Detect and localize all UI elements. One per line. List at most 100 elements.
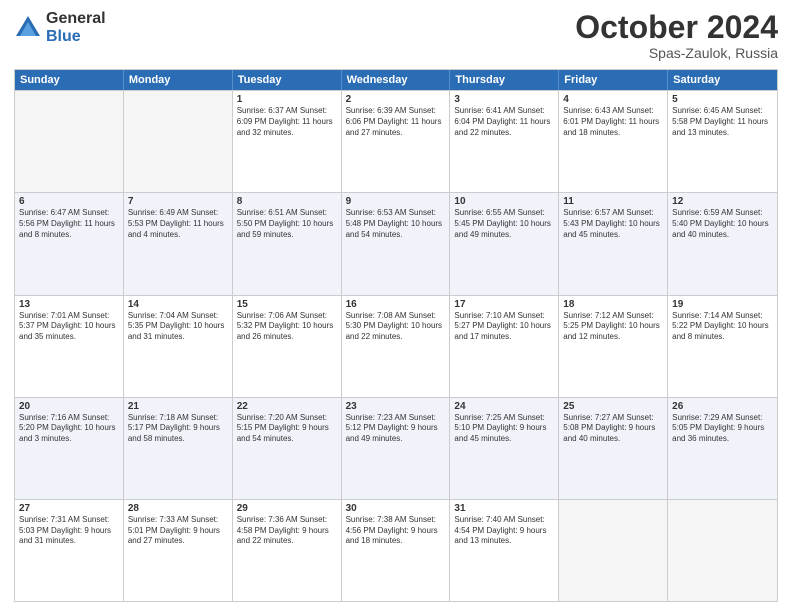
- cell-text: Sunrise: 7:04 AM Sunset: 5:35 PM Dayligh…: [128, 311, 228, 343]
- cell-text: Sunrise: 7:20 AM Sunset: 5:15 PM Dayligh…: [237, 413, 337, 445]
- cal-header-cell: Monday: [124, 70, 233, 90]
- day-number: 6: [19, 196, 119, 207]
- day-number: 3: [454, 94, 554, 105]
- logo: General Blue: [14, 10, 106, 45]
- day-number: 13: [19, 299, 119, 310]
- cell-text: Sunrise: 7:12 AM Sunset: 5:25 PM Dayligh…: [563, 311, 663, 343]
- cell-text: Sunrise: 6:37 AM Sunset: 6:09 PM Dayligh…: [237, 106, 337, 138]
- cell-text: Sunrise: 7:29 AM Sunset: 5:05 PM Dayligh…: [672, 413, 773, 445]
- calendar-cell: 1Sunrise: 6:37 AM Sunset: 6:09 PM Daylig…: [233, 91, 342, 192]
- cell-text: Sunrise: 7:14 AM Sunset: 5:22 PM Dayligh…: [672, 311, 773, 343]
- cal-header-cell: Sunday: [15, 70, 124, 90]
- calendar-cell: 22Sunrise: 7:20 AM Sunset: 5:15 PM Dayli…: [233, 398, 342, 499]
- day-number: 27: [19, 503, 119, 514]
- calendar-cell: 9Sunrise: 6:53 AM Sunset: 5:48 PM Daylig…: [342, 193, 451, 294]
- calendar-cell: [668, 500, 777, 601]
- calendar-cell: 25Sunrise: 7:27 AM Sunset: 5:08 PM Dayli…: [559, 398, 668, 499]
- header: General Blue October 2024 Spas-Zaulok, R…: [14, 10, 778, 61]
- day-number: 21: [128, 401, 228, 412]
- calendar-row: 6Sunrise: 6:47 AM Sunset: 5:56 PM Daylig…: [15, 192, 777, 294]
- day-number: 24: [454, 401, 554, 412]
- calendar-cell: 31Sunrise: 7:40 AM Sunset: 4:54 PM Dayli…: [450, 500, 559, 601]
- calendar-cell: 6Sunrise: 6:47 AM Sunset: 5:56 PM Daylig…: [15, 193, 124, 294]
- cell-text: Sunrise: 7:40 AM Sunset: 4:54 PM Dayligh…: [454, 515, 554, 547]
- calendar-cell: 24Sunrise: 7:25 AM Sunset: 5:10 PM Dayli…: [450, 398, 559, 499]
- calendar-cell: 5Sunrise: 6:45 AM Sunset: 5:58 PM Daylig…: [668, 91, 777, 192]
- calendar-cell: 20Sunrise: 7:16 AM Sunset: 5:20 PM Dayli…: [15, 398, 124, 499]
- day-number: 7: [128, 196, 228, 207]
- calendar-cell: 3Sunrise: 6:41 AM Sunset: 6:04 PM Daylig…: [450, 91, 559, 192]
- day-number: 15: [237, 299, 337, 310]
- day-number: 16: [346, 299, 446, 310]
- day-number: 19: [672, 299, 773, 310]
- cell-text: Sunrise: 7:27 AM Sunset: 5:08 PM Dayligh…: [563, 413, 663, 445]
- cell-text: Sunrise: 6:39 AM Sunset: 6:06 PM Dayligh…: [346, 106, 446, 138]
- cell-text: Sunrise: 6:45 AM Sunset: 5:58 PM Dayligh…: [672, 106, 773, 138]
- calendar-body: 1Sunrise: 6:37 AM Sunset: 6:09 PM Daylig…: [15, 90, 777, 601]
- day-number: 29: [237, 503, 337, 514]
- cal-header-cell: Wednesday: [342, 70, 451, 90]
- cal-header-cell: Saturday: [668, 70, 777, 90]
- calendar-cell: 21Sunrise: 7:18 AM Sunset: 5:17 PM Dayli…: [124, 398, 233, 499]
- cell-text: Sunrise: 7:01 AM Sunset: 5:37 PM Dayligh…: [19, 311, 119, 343]
- day-number: 17: [454, 299, 554, 310]
- logo-icon: [14, 14, 42, 42]
- calendar-cell: 12Sunrise: 6:59 AM Sunset: 5:40 PM Dayli…: [668, 193, 777, 294]
- calendar-cell: 26Sunrise: 7:29 AM Sunset: 5:05 PM Dayli…: [668, 398, 777, 499]
- day-number: 20: [19, 401, 119, 412]
- calendar-cell: 14Sunrise: 7:04 AM Sunset: 5:35 PM Dayli…: [124, 296, 233, 397]
- cell-text: Sunrise: 6:49 AM Sunset: 5:53 PM Dayligh…: [128, 208, 228, 240]
- cell-text: Sunrise: 7:10 AM Sunset: 5:27 PM Dayligh…: [454, 311, 554, 343]
- calendar-cell: 19Sunrise: 7:14 AM Sunset: 5:22 PM Dayli…: [668, 296, 777, 397]
- day-number: 5: [672, 94, 773, 105]
- cell-text: Sunrise: 6:41 AM Sunset: 6:04 PM Dayligh…: [454, 106, 554, 138]
- cell-text: Sunrise: 7:25 AM Sunset: 5:10 PM Dayligh…: [454, 413, 554, 445]
- cell-text: Sunrise: 6:43 AM Sunset: 6:01 PM Dayligh…: [563, 106, 663, 138]
- logo-text: General Blue: [46, 10, 106, 45]
- cell-text: Sunrise: 7:08 AM Sunset: 5:30 PM Dayligh…: [346, 311, 446, 343]
- calendar-cell: 16Sunrise: 7:08 AM Sunset: 5:30 PM Dayli…: [342, 296, 451, 397]
- cell-text: Sunrise: 6:59 AM Sunset: 5:40 PM Dayligh…: [672, 208, 773, 240]
- cell-text: Sunrise: 7:23 AM Sunset: 5:12 PM Dayligh…: [346, 413, 446, 445]
- day-number: 12: [672, 196, 773, 207]
- day-number: 18: [563, 299, 663, 310]
- calendar-cell: [15, 91, 124, 192]
- calendar-cell: 7Sunrise: 6:49 AM Sunset: 5:53 PM Daylig…: [124, 193, 233, 294]
- cal-header-cell: Tuesday: [233, 70, 342, 90]
- calendar-cell: 11Sunrise: 6:57 AM Sunset: 5:43 PM Dayli…: [559, 193, 668, 294]
- day-number: 30: [346, 503, 446, 514]
- day-number: 9: [346, 196, 446, 207]
- cell-text: Sunrise: 7:31 AM Sunset: 5:03 PM Dayligh…: [19, 515, 119, 547]
- day-number: 14: [128, 299, 228, 310]
- cell-text: Sunrise: 7:06 AM Sunset: 5:32 PM Dayligh…: [237, 311, 337, 343]
- month-title: October 2024: [575, 10, 778, 45]
- cell-text: Sunrise: 7:18 AM Sunset: 5:17 PM Dayligh…: [128, 413, 228, 445]
- cell-text: Sunrise: 7:16 AM Sunset: 5:20 PM Dayligh…: [19, 413, 119, 445]
- cell-text: Sunrise: 6:57 AM Sunset: 5:43 PM Dayligh…: [563, 208, 663, 240]
- day-number: 23: [346, 401, 446, 412]
- day-number: 31: [454, 503, 554, 514]
- calendar-cell: [124, 91, 233, 192]
- calendar-cell: 28Sunrise: 7:33 AM Sunset: 5:01 PM Dayli…: [124, 500, 233, 601]
- calendar-row: 13Sunrise: 7:01 AM Sunset: 5:37 PM Dayli…: [15, 295, 777, 397]
- cell-text: Sunrise: 6:55 AM Sunset: 5:45 PM Dayligh…: [454, 208, 554, 240]
- calendar-cell: 17Sunrise: 7:10 AM Sunset: 5:27 PM Dayli…: [450, 296, 559, 397]
- calendar-cell: 23Sunrise: 7:23 AM Sunset: 5:12 PM Dayli…: [342, 398, 451, 499]
- cal-header-cell: Thursday: [450, 70, 559, 90]
- cell-text: Sunrise: 7:33 AM Sunset: 5:01 PM Dayligh…: [128, 515, 228, 547]
- day-number: 1: [237, 94, 337, 105]
- cell-text: Sunrise: 7:36 AM Sunset: 4:58 PM Dayligh…: [237, 515, 337, 547]
- day-number: 10: [454, 196, 554, 207]
- day-number: 25: [563, 401, 663, 412]
- calendar-cell: 27Sunrise: 7:31 AM Sunset: 5:03 PM Dayli…: [15, 500, 124, 601]
- calendar-cell: 2Sunrise: 6:39 AM Sunset: 6:06 PM Daylig…: [342, 91, 451, 192]
- calendar-cell: 15Sunrise: 7:06 AM Sunset: 5:32 PM Dayli…: [233, 296, 342, 397]
- subtitle: Spas-Zaulok, Russia: [575, 45, 778, 61]
- day-number: 26: [672, 401, 773, 412]
- calendar-row: 1Sunrise: 6:37 AM Sunset: 6:09 PM Daylig…: [15, 90, 777, 192]
- calendar: SundayMondayTuesdayWednesdayThursdayFrid…: [14, 69, 778, 602]
- calendar-header: SundayMondayTuesdayWednesdayThursdayFrid…: [15, 70, 777, 90]
- calendar-cell: 4Sunrise: 6:43 AM Sunset: 6:01 PM Daylig…: [559, 91, 668, 192]
- calendar-cell: 29Sunrise: 7:36 AM Sunset: 4:58 PM Dayli…: [233, 500, 342, 601]
- logo-general-text: General: [46, 10, 106, 28]
